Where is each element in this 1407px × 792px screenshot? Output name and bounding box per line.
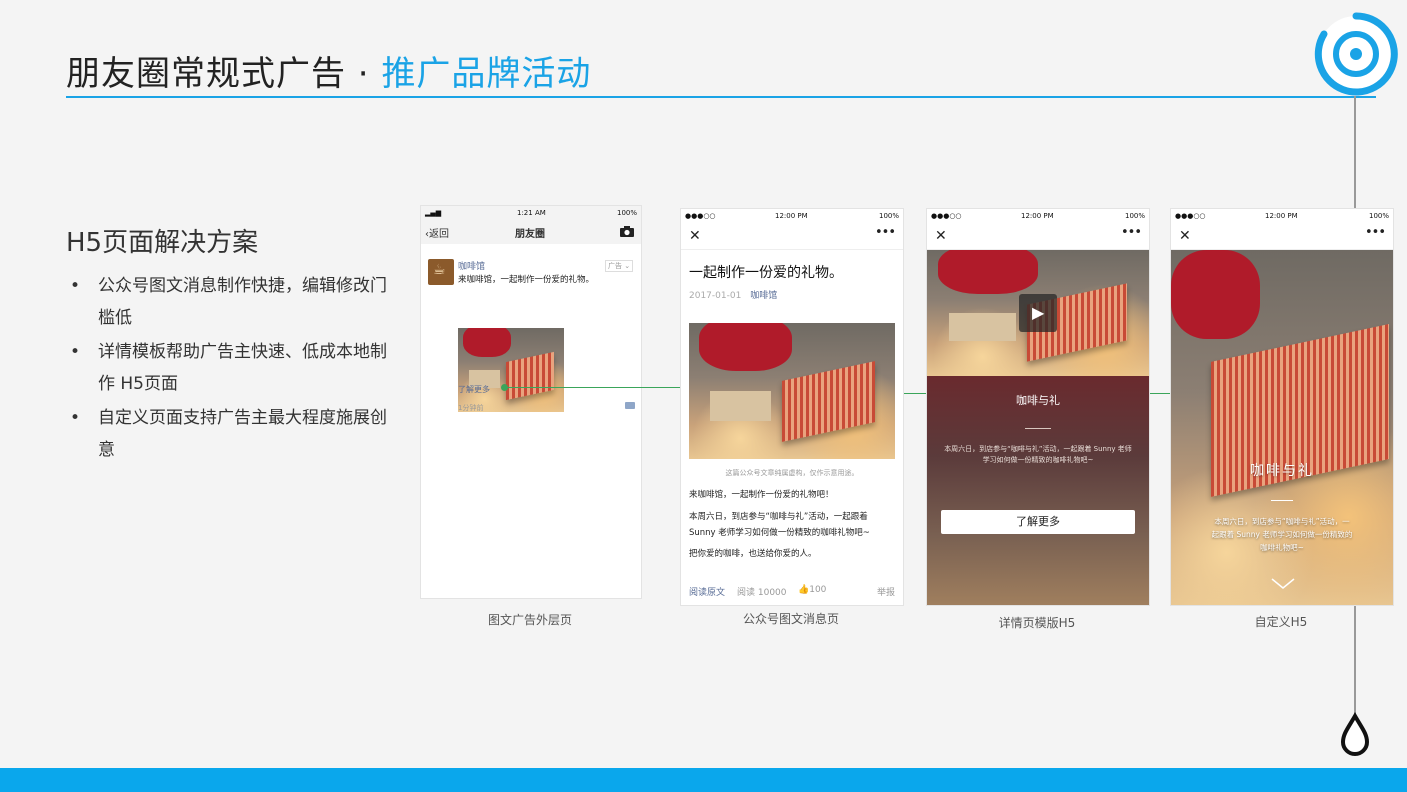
read-original-link[interactable]: 阅读原文 <box>689 585 725 598</box>
learn-more-button[interactable]: 了解更多 <box>941 510 1135 534</box>
more-icon[interactable]: ••• <box>875 225 896 240</box>
coffee-cup-icon: ☕ <box>433 262 446 278</box>
connector-line <box>1148 393 1170 394</box>
video-cover[interactable]: ▶ <box>927 250 1149 376</box>
connector-line <box>503 387 680 388</box>
custom-desc: 本周六日，到店参与“咖啡与礼”活动，一起跟着 Sunny 老师学习如何做一份精致… <box>1211 517 1353 552</box>
divider <box>1271 500 1293 501</box>
camera-icon[interactable] <box>620 226 634 237</box>
status-bar: ▂▄▆ 1:21 AM 100% <box>421 206 641 220</box>
slide-title-highlight: 推广品牌活动 <box>381 54 592 94</box>
signal-dots-icon: ●●●○○ <box>1175 212 1206 220</box>
account-name[interactable]: 咖啡馆 <box>458 259 485 272</box>
status-bar: ●●●○○ 12:00 PM 100% <box>931 212 1145 220</box>
caption-moments: 图文广告外层页 <box>487 613 572 627</box>
caption-custom: 自定义H5 <box>1254 615 1308 629</box>
article-meta: 2017-01-01 咖啡馆 <box>689 291 778 301</box>
solution-bullets: • 公众号图文消息制作快捷，编辑修改门槛低 • 详情模板帮助广告主快速、低成本地制作… <box>70 270 390 466</box>
status-bar: ●●●○○ 12:00 PM 100% <box>1175 212 1389 220</box>
template-panel: 咖啡与礼 本周六日，到店参与“咖啡与礼”活动，一起跟着 Sunny 老师学习如何… <box>927 376 1149 605</box>
divider <box>1025 428 1051 429</box>
avatar[interactable]: ☕ <box>428 259 454 285</box>
moments-phone: ▂▄▆ 1:21 AM 100% ‹返回 朋友圈 ☕ 咖啡馆 广告 ⌄ 来咖啡馆… <box>420 205 642 599</box>
slide-title-main: 朋友圈常规式广告 · <box>66 54 382 94</box>
caption-article: 公众号图文消息页 <box>742 612 839 626</box>
disclaimer: 这篇公众号文章纯属虚构，仅作示意用途。 <box>725 469 859 477</box>
like-button[interactable]: 👍100 <box>798 585 826 595</box>
more-icon[interactable]: ••• <box>1121 225 1142 240</box>
title-divider <box>66 96 1376 98</box>
bullet-item: • 公众号图文消息制作快捷，编辑修改门槛低 <box>70 276 387 328</box>
comment-icon[interactable] <box>625 402 635 409</box>
article-para: 本周六日，到店参与“咖啡与礼”活动，一起跟着 Sunny 老师学习如何做一份精致… <box>689 512 870 538</box>
article-para: 把你爱的咖啡，也送给你爱的人。 <box>689 549 817 559</box>
drop-marker-icon <box>1340 712 1370 756</box>
more-icon[interactable]: ••• <box>1365 225 1386 240</box>
ad-tag[interactable]: 广告 ⌄ <box>605 260 634 272</box>
article-title: 一起制作一份爱的礼物。 <box>689 265 843 281</box>
status-bar: ●●●○○ 12:00 PM 100% <box>685 212 899 220</box>
signal-icon: ▂▄▆ <box>425 209 442 217</box>
custom-h5-phone: ●●●○○ 12:00 PM 100% ✕ ••• 咖啡与礼 本周六日，到店参与… <box>1170 208 1394 606</box>
template-h5-phone: ●●●○○ 12:00 PM 100% ✕ ••• ▶ 咖啡与礼 本周六日，到店… <box>926 208 1150 606</box>
nav-bar: ‹返回 朋友圈 <box>421 220 641 244</box>
custom-h5-background: 咖啡与礼 本周六日，到店参与“咖啡与礼”活动，一起跟着 Sunny 老师学习如何… <box>1171 250 1393 605</box>
close-icon[interactable]: ✕ <box>689 228 701 244</box>
connector-dot <box>501 384 508 391</box>
top-bar: ✕ ••• <box>681 223 903 250</box>
close-icon[interactable]: ✕ <box>935 228 947 244</box>
bullet-item: • 自定义页面支持广告主最大程度施展创意 <box>70 408 387 460</box>
bullet-item: • 详情模板帮助广告主快速、低成本地制作 H5页面 <box>70 342 387 394</box>
template-heading: 咖啡与礼 <box>1016 394 1060 407</box>
solution-title: H5页面解决方案 <box>66 228 259 258</box>
post-text: 来咖啡馆，一起制作一份爱的礼物。 <box>458 275 595 285</box>
play-icon: ▶ <box>1032 303 1045 322</box>
top-bar: ✕ ••• <box>927 223 1149 250</box>
custom-heading: 咖啡与礼 <box>1250 463 1314 479</box>
report-link[interactable]: 举报 <box>877 585 895 598</box>
post-image[interactable] <box>458 328 564 412</box>
article-phone: ●●●○○ 12:00 PM 100% ✕ ••• 一起制作一份爱的礼物。 20… <box>680 208 904 606</box>
signal-dots-icon: ●●●○○ <box>685 212 716 220</box>
article-image <box>689 323 895 459</box>
account-link[interactable]: 咖啡馆 <box>750 291 777 301</box>
back-button[interactable]: ‹返回 <box>425 225 449 240</box>
play-button[interactable]: ▶ <box>1019 294 1057 332</box>
slide-title: 朋友圈常规式广告 · 推广品牌活动 <box>66 46 591 95</box>
close-icon[interactable]: ✕ <box>1179 228 1191 244</box>
nav-title: 朋友圈 <box>515 229 545 240</box>
connector-line <box>903 393 927 394</box>
article-para: 来咖啡馆，一起制作一份爱的礼物吧！ <box>689 490 834 500</box>
caption-template: 详情页模版H5 <box>998 616 1076 630</box>
chevron-down-icon[interactable] <box>1271 578 1295 590</box>
template-desc: 本周六日，到店参与“咖啡与礼”活动，一起跟着 Sunny 老师学习如何做一份精致… <box>944 445 1132 464</box>
learn-more-link[interactable]: 了解更多 <box>458 384 490 395</box>
post-time: 1分钟前 <box>458 404 484 412</box>
top-bar: ✕ ••• <box>1171 223 1393 250</box>
bottom-bar <box>0 768 1407 792</box>
read-count: 阅读 10000 <box>737 588 787 598</box>
signal-dots-icon: ●●●○○ <box>931 212 962 220</box>
target-logo-icon <box>1314 12 1398 96</box>
thumb-up-icon: 👍 <box>798 585 810 595</box>
